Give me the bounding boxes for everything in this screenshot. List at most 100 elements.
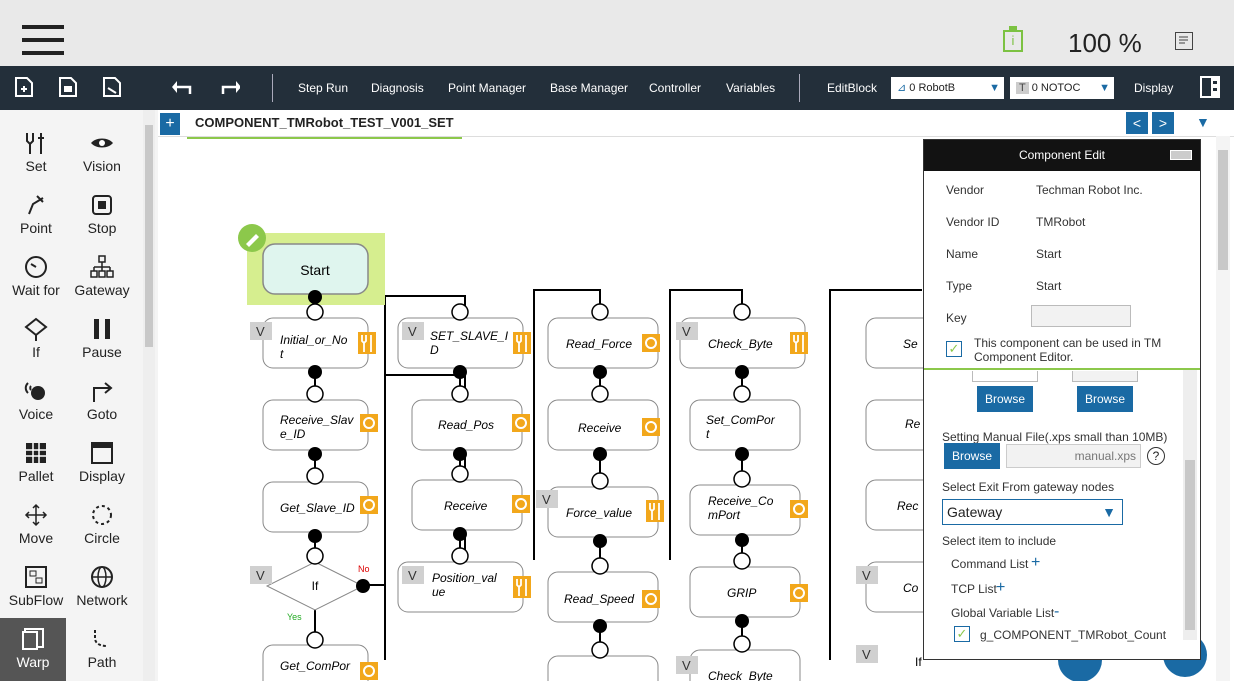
open-project-icon[interactable] [58,76,78,98]
global-item-label: g_COMPONENT_TMRobot_Count [980,628,1167,642]
add-tab-button[interactable]: + [160,113,180,135]
node-text: mPort [708,508,741,522]
node-label: If [32,344,40,360]
node-subflow[interactable]: SubFlow [4,556,68,616]
tab-next-button[interactable]: > [1152,112,1174,134]
point-icon [28,195,44,215]
flow-node[interactable] [689,484,801,536]
controller-button[interactable]: Controller [649,66,701,110]
node-warp[interactable]: Warp [0,618,66,681]
node-text: Get_Slave_ID [280,501,355,515]
browse-manual-button[interactable]: Browse [944,443,1000,469]
vendor-id-label: Vendor ID [946,215,1000,229]
node-text: Rec [897,499,918,513]
node-text: If [915,655,922,669]
panel-scroll-thumb[interactable] [1185,460,1195,630]
node-gateway[interactable]: Gateway [70,246,134,306]
manual-file-input[interactable]: manual.xps [1006,444,1141,468]
node-circle[interactable]: Circle [70,494,134,554]
robot-base-select[interactable]: ⊿ 0 RobotB ▼ [891,77,1004,99]
menu-icon-line[interactable] [22,51,64,55]
var-tag-text: V [682,324,691,339]
node-wait-for[interactable]: Wait for [4,246,68,306]
step-run-button[interactable]: Step Run [298,66,348,110]
node-point[interactable]: Point [4,184,68,244]
project-speed[interactable]: 100 % [1068,28,1142,59]
node-pause[interactable]: Pause [70,308,134,368]
global-list-label: Global Variable List [951,606,1055,620]
stop-icon [92,195,112,215]
gateway-exit-select[interactable]: Gateway ▼ [942,499,1123,525]
global-item-checkbox[interactable]: ✓ [954,626,970,642]
node-label: SubFlow [8,592,64,608]
menu-icon[interactable] [22,25,64,29]
base-manager-button[interactable]: Base Manager [550,66,628,110]
global-list-collapse-icon[interactable]: - [1054,603,1059,621]
log-icon[interactable] [1175,32,1193,50]
undo-icon[interactable] [172,76,192,98]
node-network[interactable]: Network [70,556,134,616]
upload-box[interactable] [1072,371,1138,382]
tcp-list-add-icon[interactable]: + [996,579,1005,597]
node-set[interactable]: Set [4,122,68,182]
node-text: Se [903,337,918,351]
minimize-icon[interactable] [1170,150,1192,160]
var-tag-text: V [682,658,691,673]
node-move[interactable]: Move [4,494,68,554]
menu-icon-line[interactable] [22,38,64,42]
gear-icon [789,499,809,519]
node-if[interactable]: If [4,308,68,368]
new-project-icon[interactable] [14,76,34,98]
status-bar: i 100 % [0,0,1234,66]
exit-label: Select Exit From gateway nodes [942,480,1115,494]
browse-button[interactable]: Browse [1077,386,1133,412]
include-label: Select item to include [942,534,1057,548]
robot-base-value: 0 RobotB [909,82,959,94]
no-label: No [358,564,370,574]
node-voice[interactable]: Voice [4,370,68,430]
node-path[interactable]: Path [70,618,134,678]
node-display[interactable]: Display [70,432,134,492]
save-project-icon[interactable] [102,76,122,98]
tab-dropdown-icon[interactable]: ▼ [1196,114,1210,130]
flow-node[interactable] [547,655,659,681]
node-pallet[interactable]: Pallet [4,432,68,492]
wrench-icon [26,133,44,154]
node-label: Pallet [18,468,54,484]
section-divider [924,368,1200,370]
key-input[interactable] [1031,305,1131,327]
set-node-icon [512,331,532,355]
help-icon[interactable]: ? [1147,447,1165,465]
diagnosis-button[interactable]: Diagnosis [371,66,424,110]
node-label: Vision [83,158,121,174]
node-stop[interactable]: Stop [70,184,134,244]
yes-label: Yes [287,612,302,622]
upload-box[interactable] [972,371,1038,382]
key-label: Key [946,311,967,325]
node-label: Path [87,654,117,670]
type-value: Start [1036,279,1062,293]
editblock-button[interactable]: EditBlock [827,66,877,110]
tab-prev-button[interactable]: < [1126,112,1148,134]
canvas-scroll-thumb[interactable] [1218,150,1228,270]
redo-icon[interactable] [220,76,240,98]
command-list-add-icon[interactable]: + [1031,554,1040,572]
node-text: Read_Pos [438,418,494,432]
panel-toggle-icon[interactable] [1200,76,1220,98]
tool-select[interactable]: T0 NOTOC ▼ [1010,77,1114,99]
node-vision[interactable]: Vision [70,122,134,182]
browse-button[interactable]: Browse [977,386,1033,412]
node-menu-scroll-thumb[interactable] [145,125,153,347]
display-button[interactable]: Display [1134,66,1173,110]
info-icon[interactable]: i [1003,30,1023,52]
variables-button[interactable]: Variables [726,66,775,110]
point-manager-button[interactable]: Point Manager [448,66,526,110]
set-node-icon [645,499,665,523]
editor-checkbox[interactable]: ✓ [946,341,962,357]
node-text: Check_Byte [708,669,773,681]
node-label: Point [20,220,52,236]
node-text: Receive_Slav [280,413,354,427]
node-goto[interactable]: Goto [70,370,134,430]
node-text: SET_SLAVE_I [430,329,509,343]
node-label: Warp [16,654,50,670]
